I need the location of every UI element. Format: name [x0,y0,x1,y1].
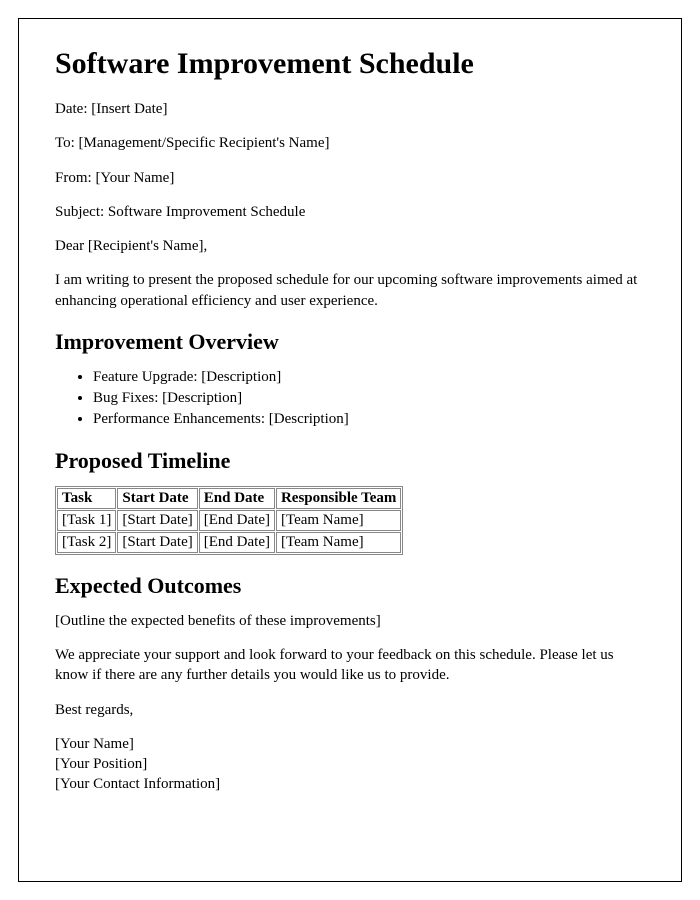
table-cell: [End Date] [199,532,275,553]
overview-list: Feature Upgrade: [Description] Bug Fixes… [55,367,645,430]
outcomes-text: [Outline the expected benefits of these … [55,611,645,631]
table-header: Start Date [117,488,197,509]
timeline-heading: Proposed Timeline [55,448,645,474]
table-cell: [Start Date] [117,532,197,553]
meta-subject: Subject: Software Improvement Schedule [55,202,645,222]
outcomes-heading: Expected Outcomes [55,573,645,599]
closing-paragraph: We appreciate your support and look forw… [55,645,645,686]
to-value: [Management/Specific Recipient's Name] [79,135,330,151]
table-cell: [Team Name] [276,532,401,553]
list-item: Feature Upgrade: [Description] [93,367,645,388]
meta-to: To: [Management/Specific Recipient's Nam… [55,133,645,153]
signature-block: [Your Name] [Your Position] [Your Contac… [55,734,645,795]
intro-paragraph: I am writing to present the proposed sch… [55,270,645,311]
signature-contact: [Your Contact Information] [55,774,645,794]
date-value: [Insert Date] [91,101,167,117]
subject-label: Subject: [55,204,108,220]
table-header-row: Task Start Date End Date Responsible Tea… [57,488,401,509]
table-row: [Task 1] [Start Date] [End Date] [Team N… [57,510,401,531]
to-label: To: [55,135,79,151]
document-page: Software Improvement Schedule Date: [Ins… [18,18,682,882]
page-title: Software Improvement Schedule [55,47,645,81]
timeline-table: Task Start Date End Date Responsible Tea… [55,486,403,555]
table-cell: [End Date] [199,510,275,531]
overview-heading: Improvement Overview [55,329,645,355]
signature-name: [Your Name] [55,734,645,754]
meta-from: From: [Your Name] [55,168,645,188]
signoff: Best regards, [55,700,645,720]
list-item: Bug Fixes: [Description] [93,388,645,409]
table-cell: [Start Date] [117,510,197,531]
meta-date: Date: [Insert Date] [55,99,645,119]
from-label: From: [55,170,95,186]
signature-position: [Your Position] [55,754,645,774]
list-item: Performance Enhancements: [Description] [93,409,645,430]
table-header: Responsible Team [276,488,401,509]
table-header: Task [57,488,116,509]
table-header: End Date [199,488,275,509]
from-value: [Your Name] [95,170,174,186]
table-row: [Task 2] [Start Date] [End Date] [Team N… [57,532,401,553]
salutation: Dear [Recipient's Name], [55,236,645,256]
table-cell: [Task 2] [57,532,116,553]
date-label: Date: [55,101,91,117]
table-cell: [Team Name] [276,510,401,531]
subject-value: Software Improvement Schedule [108,204,305,220]
table-cell: [Task 1] [57,510,116,531]
